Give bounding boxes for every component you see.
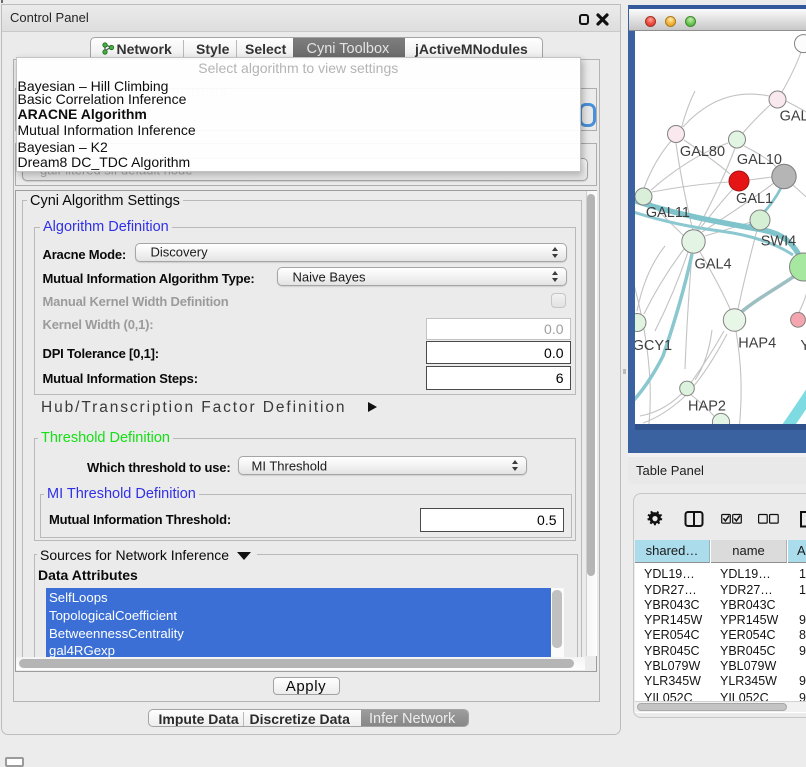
- svg-text:SWI4: SWI4: [761, 233, 796, 249]
- svg-text:HAP4: HAP4: [738, 336, 776, 352]
- svg-text:GAL1: GAL1: [736, 191, 773, 207]
- svg-text:GAL11: GAL11: [646, 205, 690, 221]
- svg-text:Y: Y: [800, 338, 806, 354]
- svg-text:HAP2: HAP2: [688, 399, 726, 415]
- svg-text:GAL2: GAL2: [780, 108, 806, 124]
- svg-text:GAL4: GAL4: [695, 256, 732, 272]
- svg-text:GAL10: GAL10: [737, 152, 782, 168]
- svg-text:GAL80: GAL80: [680, 144, 725, 160]
- svg-text:GCY1: GCY1: [635, 338, 672, 354]
